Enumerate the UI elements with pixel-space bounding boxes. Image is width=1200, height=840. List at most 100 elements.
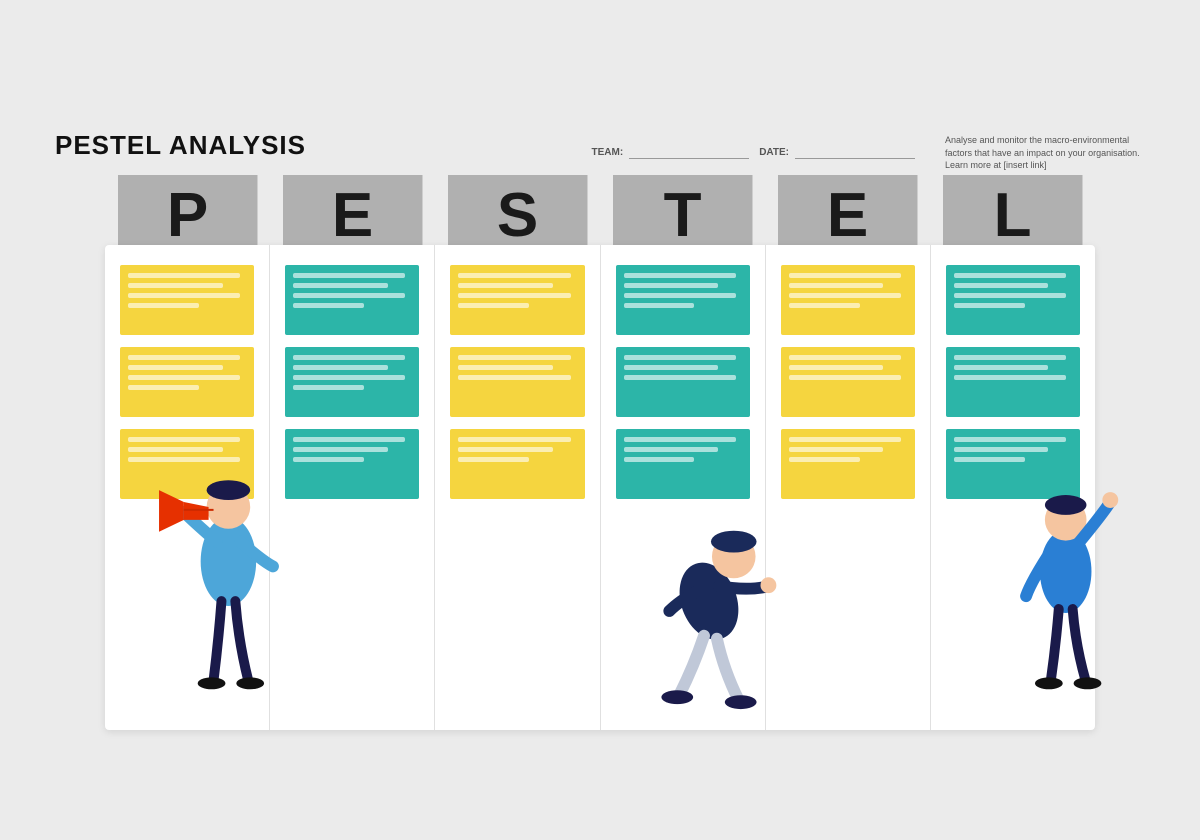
board: [105, 245, 1095, 730]
line: [954, 365, 1049, 370]
header-description: Analyse and monitor the macro-environmen…: [945, 134, 1145, 172]
line: [954, 457, 1025, 462]
column-economic: [270, 245, 435, 730]
line: [624, 447, 719, 452]
line: [624, 437, 736, 442]
banner-l: L Legal: [930, 175, 1095, 255]
line: [293, 375, 405, 380]
line: [954, 437, 1066, 442]
line: [128, 273, 240, 278]
line: [128, 293, 240, 298]
line: [293, 437, 405, 442]
banner-letter-t: T: [664, 185, 702, 247]
sticky-t-2[interactable]: [616, 347, 750, 417]
banner-t: T Technological: [600, 175, 765, 255]
line: [458, 355, 570, 360]
sticky-p-1[interactable]: [120, 265, 254, 335]
line: [624, 365, 719, 370]
line: [128, 385, 199, 390]
line: [458, 375, 570, 380]
line: [128, 355, 240, 360]
sticky-t-3[interactable]: [616, 429, 750, 499]
sticky-s-2[interactable]: [450, 347, 584, 417]
line: [128, 365, 223, 370]
line: [789, 273, 901, 278]
line: [293, 273, 405, 278]
line: [293, 365, 388, 370]
banner-e2: E Environmental: [765, 175, 930, 255]
banner-s: S Social: [435, 175, 600, 255]
banner-letter-e1: E: [332, 185, 373, 247]
line: [458, 293, 570, 298]
banner-letter-s: S: [497, 185, 538, 247]
line: [458, 447, 553, 452]
line: [624, 375, 736, 380]
main-content: P Political E Economic S So: [55, 175, 1145, 810]
line: [954, 303, 1025, 308]
sticky-e2-1[interactable]: [781, 265, 915, 335]
header-fields: TEAM: DATE: Analyse and monitor the macr…: [592, 134, 1145, 172]
line: [789, 303, 860, 308]
sticky-l-1[interactable]: [946, 265, 1080, 335]
line: [954, 273, 1066, 278]
line: [293, 283, 388, 288]
line: [458, 303, 529, 308]
date-field-group: DATE:: [759, 147, 915, 159]
sticky-e1-2[interactable]: [285, 347, 419, 417]
sticky-p-3[interactable]: [120, 429, 254, 499]
line: [458, 365, 553, 370]
column-social: [435, 245, 600, 730]
line: [458, 273, 570, 278]
line: [128, 375, 240, 380]
line: [458, 457, 529, 462]
line: [128, 303, 199, 308]
header: PESTEL ANALYSIS TEAM: DATE: Analyse and …: [55, 130, 1145, 172]
sticky-e2-2[interactable]: [781, 347, 915, 417]
sticky-l-2[interactable]: [946, 347, 1080, 417]
line: [954, 355, 1066, 360]
line: [624, 283, 719, 288]
line: [458, 283, 553, 288]
line: [789, 355, 901, 360]
line: [128, 447, 223, 452]
line: [789, 437, 901, 442]
line: [624, 293, 736, 298]
line: [293, 457, 364, 462]
banner-e1: E Economic: [270, 175, 435, 255]
team-field-group: TEAM:: [592, 147, 750, 159]
line: [293, 447, 388, 452]
team-input[interactable]: [629, 147, 749, 159]
line: [293, 355, 405, 360]
date-label: DATE:: [759, 147, 789, 158]
sticky-t-1[interactable]: [616, 265, 750, 335]
line: [954, 447, 1049, 452]
line: [789, 283, 884, 288]
line: [128, 437, 240, 442]
page-title: PESTEL ANALYSIS: [55, 130, 306, 161]
sticky-s-3[interactable]: [450, 429, 584, 499]
line: [293, 303, 364, 308]
column-political: [105, 245, 270, 730]
banner-letter-e2: E: [827, 185, 868, 247]
banners-row: P Political E Economic S So: [105, 175, 1095, 255]
sticky-e1-3[interactable]: [285, 429, 419, 499]
date-input[interactable]: [795, 147, 915, 159]
sticky-s-1[interactable]: [450, 265, 584, 335]
banner-letter-l: L: [994, 185, 1032, 247]
line: [624, 273, 736, 278]
column-environmental: [766, 245, 931, 730]
banner-p: P Political: [105, 175, 270, 255]
line: [458, 437, 570, 442]
sticky-l-3[interactable]: [946, 429, 1080, 499]
line: [789, 293, 901, 298]
sticky-p-2[interactable]: [120, 347, 254, 417]
column-technological: [601, 245, 766, 730]
sticky-e1-1[interactable]: [285, 265, 419, 335]
line: [624, 303, 695, 308]
line: [293, 293, 405, 298]
line: [128, 457, 240, 462]
line: [624, 457, 695, 462]
line: [789, 365, 884, 370]
line: [954, 293, 1066, 298]
sticky-e2-3[interactable]: [781, 429, 915, 499]
